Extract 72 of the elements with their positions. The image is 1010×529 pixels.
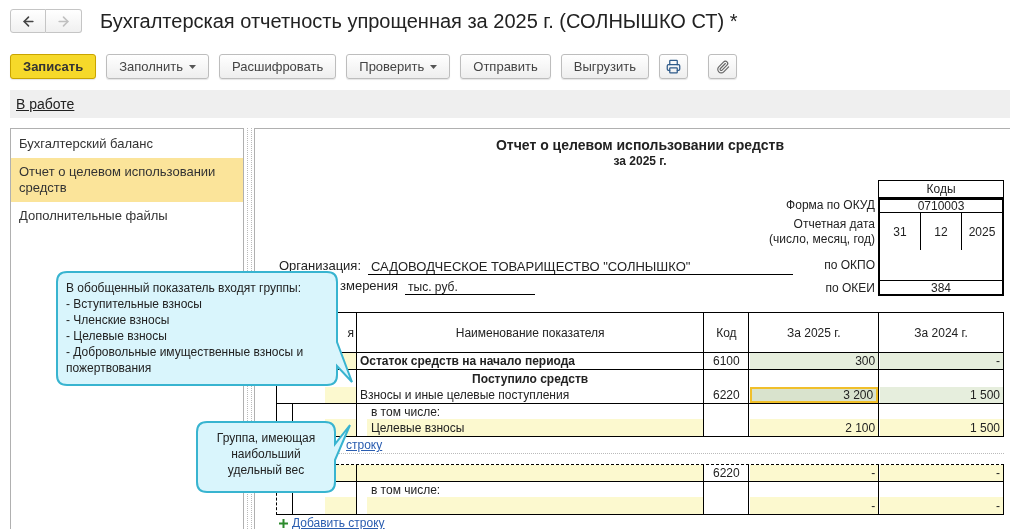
sidebar-item[interactable]: Отчет о целевом использовании средств xyxy=(11,158,243,202)
codes-header: Коды xyxy=(878,180,1004,198)
toolbar-button[interactable]: Выгрузить xyxy=(560,54,650,79)
row-marker-cell xyxy=(325,387,356,403)
code-value: 12 xyxy=(920,213,961,250)
code-cell: 6220 xyxy=(704,465,750,481)
callout-text: удельный вес xyxy=(226,462,306,478)
callout-text: Группа, имеющая xyxy=(215,430,317,446)
code-value: 0710003 xyxy=(916,200,966,212)
value-cell[interactable]: - xyxy=(750,497,879,514)
status-link[interactable]: В работе xyxy=(16,93,75,115)
attach-button[interactable] xyxy=(708,54,738,79)
row-marker-cell xyxy=(325,497,356,514)
code-value: 2025 xyxy=(961,213,1002,250)
value-cell[interactable]: 300 xyxy=(750,353,879,369)
column-header: За 2025 г. xyxy=(749,313,880,352)
code-cell: 6100 xyxy=(704,353,750,369)
toolbar-button[interactable]: Отправить xyxy=(460,54,551,79)
plus-icon xyxy=(279,518,288,528)
note-text: в том числе: xyxy=(370,481,441,499)
caret-icon xyxy=(430,64,438,69)
add-row-link[interactable]: Добавить строку xyxy=(292,514,385,529)
code-value: 31 xyxy=(892,223,908,241)
units-field[interactable]: тыс. руб. xyxy=(405,280,536,295)
callout-text: В обобщенный показатель входят группы: xyxy=(66,280,302,296)
value-cell[interactable]: 1 500 xyxy=(880,419,1003,436)
code-value: 384 xyxy=(930,281,952,294)
sidebar-item[interactable]: Бухгалтерский баланс xyxy=(11,130,243,158)
column-header: За 2024 г. xyxy=(879,313,1004,352)
organization-label: Организация: xyxy=(278,256,363,275)
callout-text: наибольший xyxy=(230,446,302,462)
column-header: Наименование показателя xyxy=(356,313,705,352)
dropdown-button[interactable]: Заполнить xyxy=(106,54,210,79)
code-label: Отчетная дата (число, месяц, год) xyxy=(769,215,876,248)
back-icon xyxy=(20,13,36,29)
code-label: Форма по ОКУД xyxy=(786,198,876,213)
units-label: змерения xyxy=(340,276,399,295)
sidebar-item[interactable]: Дополнительные файлы xyxy=(11,202,243,230)
value-cell[interactable]: 1 500 xyxy=(880,387,1003,403)
back-button[interactable] xyxy=(10,9,46,33)
callout-text: - Членские взносы xyxy=(66,312,171,328)
report-subtitle: за 2025 г. xyxy=(612,154,668,169)
indicator-name: Взносы и иные целевые поступления xyxy=(356,387,705,403)
toolbar-button[interactable]: Расшифровать xyxy=(219,54,337,79)
add-row-link[interactable]: строку xyxy=(346,436,383,454)
note-text: в том числе: xyxy=(370,403,441,421)
section-heading: Поступило средств xyxy=(356,370,705,387)
value-cell[interactable]: - xyxy=(750,465,879,481)
code-label: по ОКПО xyxy=(824,256,876,274)
print-button[interactable] xyxy=(659,54,689,79)
printer-icon xyxy=(666,59,682,74)
callout-text: пожертвования xyxy=(66,360,153,376)
value-cell[interactable]: 3 200 xyxy=(750,387,879,403)
value-cell[interactable]: - xyxy=(880,353,1003,369)
report-title: Отчет о целевом использовании средств xyxy=(494,137,786,154)
callout-text: - Вступительные взносы xyxy=(66,296,203,312)
code-cell: 6220 xyxy=(704,387,750,403)
callout-text: - Целевые взносы xyxy=(66,328,168,344)
column-header: Код xyxy=(704,313,750,352)
value-cell[interactable]: 2 100 xyxy=(750,419,879,436)
caret-icon xyxy=(189,64,197,69)
dropdown-button[interactable]: Проверить xyxy=(346,54,451,79)
forward-icon xyxy=(56,13,71,29)
value-cell[interactable]: - xyxy=(880,465,1003,481)
window-title: Бухгалтерская отчетность упрощенная за 2025 г. (СОЛНЫШКО СТ) * xyxy=(100,9,738,34)
indicator-name: Остаток средств на начало периода xyxy=(356,353,705,369)
paperclip-icon xyxy=(715,59,730,74)
group-name[interactable]: Целевые взносы xyxy=(366,419,704,436)
value-cell[interactable]: - xyxy=(880,497,1003,514)
organization-field[interactable]: САДОВОДЧЕСКОЕ ТОВАРИЩЕСТВО "СОЛНЫШКО" xyxy=(368,259,793,275)
save-button[interactable]: Записать xyxy=(10,54,97,79)
code-label: по ОКЕИ xyxy=(825,280,876,296)
